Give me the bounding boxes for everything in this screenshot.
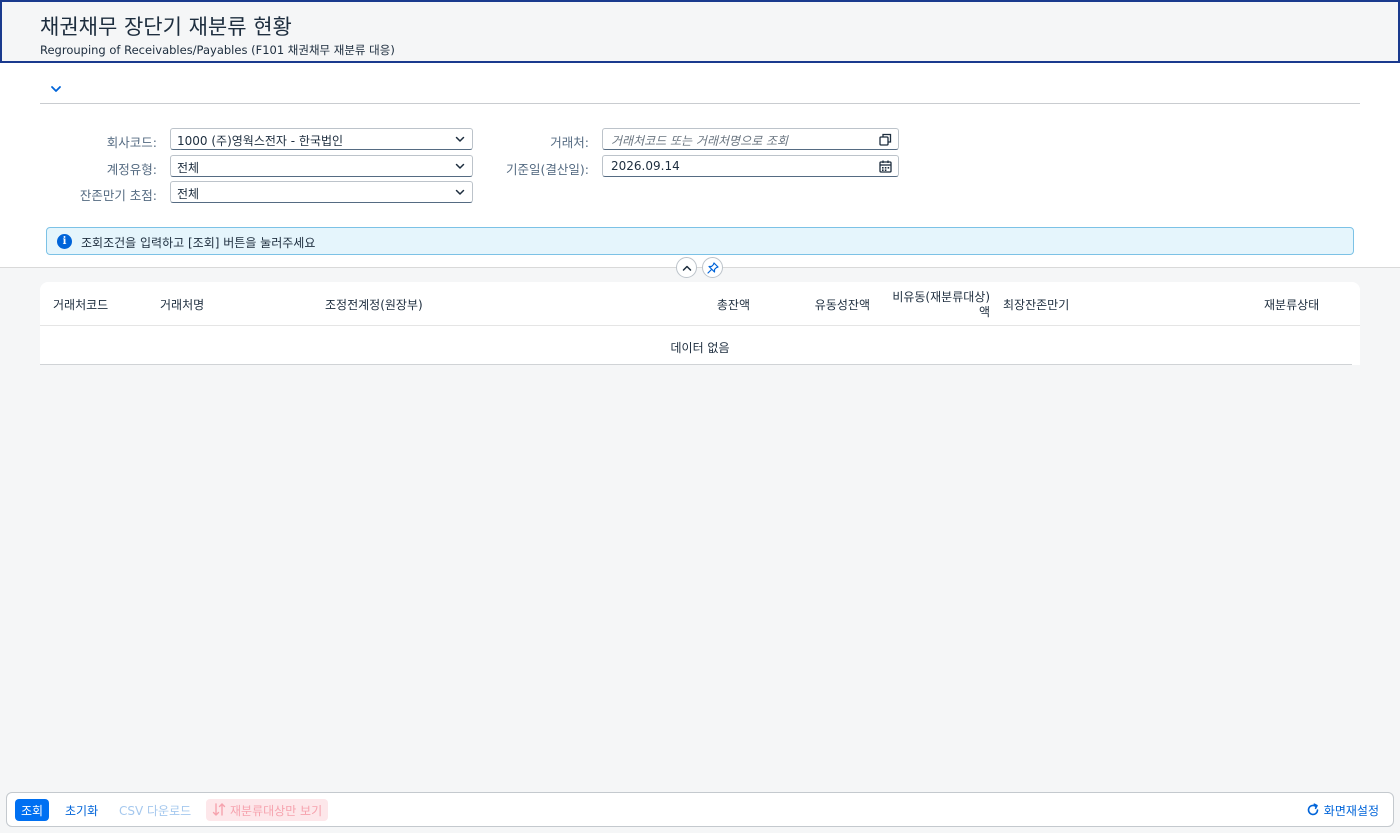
base-date-value: 2026.09.14	[611, 159, 680, 173]
table-header-divider	[40, 325, 1360, 326]
info-message-strip: i 조회조건을 입력하고 [조회] 버튼을 눌러주세요	[46, 227, 1354, 255]
refresh-icon	[1307, 803, 1319, 816]
results-table: 거래처코드 거래처명 조정전계정(원장부) 총잔액 유동성잔액 비유동(재분류대…	[40, 282, 1360, 365]
page-subtitle: Regrouping of Receivables/Payables (F101…	[40, 43, 395, 57]
search-button[interactable]: 조회	[15, 799, 50, 821]
reclass-only-toggle[interactable]: 재분류대상만 보기	[206, 799, 329, 821]
filter-bar: 회사코드: 계정유형: 잔존만기 초점: 1000 (주)영웍스전자 - 한국법…	[0, 63, 1400, 268]
calendar-icon[interactable]	[879, 160, 892, 173]
page-title: 채권채무 장단기 재분류 현황	[40, 15, 292, 39]
remaining-focus-label: 잔존만기 초점:	[79, 188, 157, 203]
csv-download-button[interactable]: CSV 다운로드	[113, 799, 197, 821]
column-header-reclass-status[interactable]: 재분류상태	[1264, 296, 1319, 313]
pin-icon	[707, 262, 719, 274]
account-type-value: 전체	[177, 161, 200, 175]
company-code-select[interactable]: 1000 (주)영웍스전자 - 한국법인	[170, 128, 473, 150]
company-code-value: 1000 (주)영웍스전자 - 한국법인	[177, 134, 344, 148]
base-date-input[interactable]: 2026.09.14	[602, 155, 899, 177]
column-header-total-balance[interactable]: 총잔액	[680, 296, 750, 313]
partner-label: 거래처:	[550, 135, 589, 150]
collapse-header-button[interactable]	[676, 257, 697, 278]
no-data-text: 데이터 없음	[670, 341, 730, 355]
clear-button[interactable]: 초기화	[59, 799, 104, 821]
info-icon: i	[57, 234, 72, 249]
base-date-label: 기준일(결산일):	[506, 162, 589, 177]
pin-header-button[interactable]	[702, 257, 723, 278]
company-code-label: 회사코드:	[106, 135, 157, 150]
table-bottom-border	[40, 364, 1352, 365]
remaining-focus-select[interactable]: 전체	[170, 181, 473, 203]
account-type-select[interactable]: 전체	[170, 155, 473, 177]
info-message-text: 조회조건을 입력하고 [조회] 버튼을 눌러주세요	[81, 236, 316, 250]
partner-input[interactable]: 거래처코드 또는 거래처명으로 조회	[602, 128, 899, 150]
screen-reset-button[interactable]: 화면재설정	[1304, 799, 1385, 821]
chevron-down-icon	[455, 136, 465, 142]
chevron-up-icon	[682, 265, 692, 271]
column-header-partner-code[interactable]: 거래처코드	[53, 296, 108, 313]
column-header-partner-name[interactable]: 거래처명	[160, 296, 204, 313]
column-header-noncurrent-line2[interactable]: 액	[870, 303, 990, 320]
chevron-down-icon	[455, 163, 465, 169]
footer-toolbar: 조회 초기화 CSV 다운로드 재분류대상만 보기 화면재설정	[6, 792, 1394, 827]
sort-icon	[212, 803, 226, 816]
chevron-down-icon[interactable]	[48, 81, 64, 97]
column-header-current-balance[interactable]: 유동성잔액	[780, 296, 870, 313]
screen-reset-label: 화면재설정	[1323, 804, 1379, 818]
column-header-pre-adjust-account[interactable]: 조정전계정(원장부)	[325, 296, 423, 313]
column-header-longest-maturity[interactable]: 최장잔존만기	[1003, 296, 1069, 313]
remaining-focus-value: 전체	[177, 187, 200, 201]
value-help-icon[interactable]	[879, 133, 892, 146]
page-header: 채권채무 장단기 재분류 현황 Regrouping of Receivable…	[0, 0, 1400, 63]
chevron-down-icon	[455, 189, 465, 195]
partner-placeholder: 거래처코드 또는 거래처명으로 조회	[611, 134, 789, 148]
filter-divider	[40, 103, 1360, 104]
reclass-only-label: 재분류대상만 보기	[230, 804, 323, 818]
account-type-label: 계정유형:	[106, 162, 157, 177]
